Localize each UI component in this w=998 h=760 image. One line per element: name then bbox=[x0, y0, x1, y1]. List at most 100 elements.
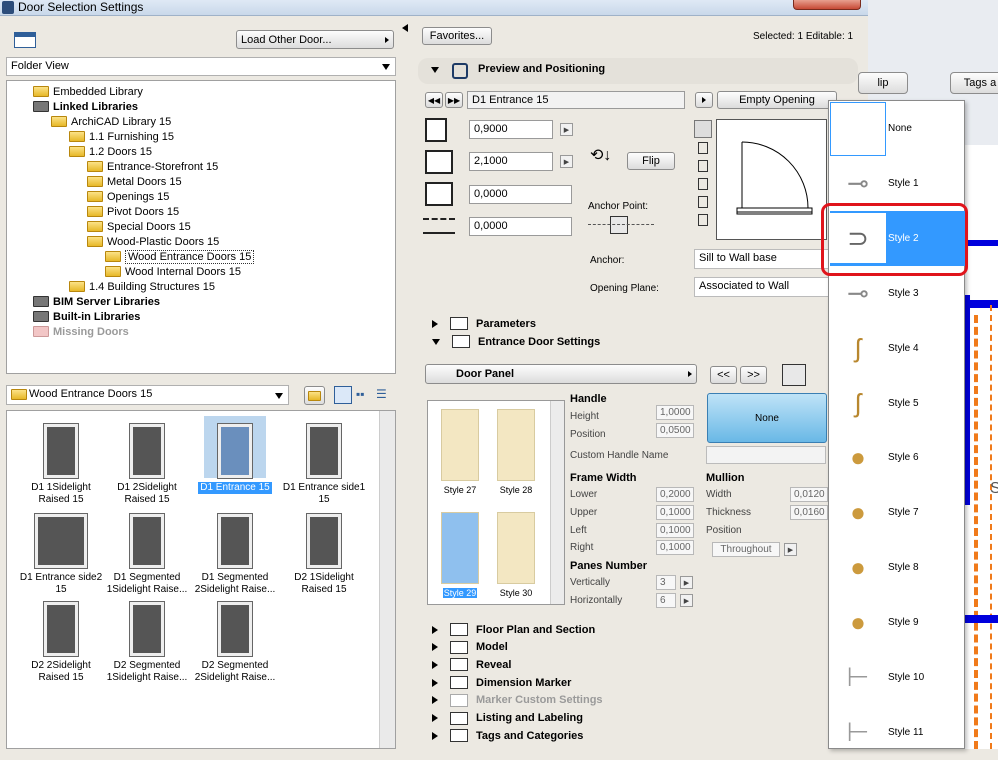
tree-item[interactable]: Entrance-Storefront 15 bbox=[87, 159, 218, 174]
prev-page-button[interactable]: << bbox=[710, 366, 737, 384]
anchor-point-selector[interactable] bbox=[588, 216, 654, 238]
right-field[interactable]: 0,1000 bbox=[656, 540, 694, 555]
anchor-select[interactable]: Sill to Wall base bbox=[694, 249, 834, 269]
tree-item[interactable]: Wood Internal Doors 15 bbox=[105, 264, 241, 279]
door-menu-button[interactable] bbox=[695, 92, 713, 108]
folder-up-button[interactable] bbox=[304, 386, 325, 405]
handle-style-option[interactable]: ● Style 8 bbox=[830, 540, 965, 595]
view-mode-select[interactable]: Folder View bbox=[6, 57, 396, 76]
large-icons-view-icon[interactable] bbox=[334, 386, 352, 404]
section-view-icon[interactable] bbox=[698, 196, 708, 208]
side-view-icon[interactable] bbox=[698, 160, 708, 172]
small-icons-view-icon[interactable]: ▪▪ bbox=[356, 388, 370, 402]
section-header[interactable]: Tags and Categories bbox=[418, 727, 830, 744]
elevation-view-icon[interactable] bbox=[698, 142, 708, 154]
section-header[interactable]: Listing and Labeling bbox=[418, 710, 830, 727]
door-style-list[interactable]: Style 27 Style 28 Style 29 Style 30 bbox=[427, 400, 565, 605]
offset-field[interactable]: 0,0000 bbox=[469, 217, 572, 236]
tree-item[interactable]: 1.4 Building Structures 15 bbox=[69, 279, 215, 294]
door-name-field[interactable]: D1 Entrance 15 bbox=[467, 91, 685, 109]
mullion-thickness-field[interactable]: 0,0160 bbox=[790, 505, 828, 520]
3d-view-icon[interactable] bbox=[698, 178, 708, 190]
flip-button[interactable]: Flip bbox=[627, 152, 675, 170]
custom-handle-field[interactable] bbox=[706, 446, 826, 464]
door-thumbnail[interactable]: D2 1Sidelight Raised 15 bbox=[282, 506, 366, 596]
folder-select[interactable]: Wood Entrance Doors 15 bbox=[6, 385, 289, 405]
tree-item[interactable]: Linked Libraries bbox=[33, 99, 138, 114]
door-thumbnail[interactable]: D1 Entrance side2 15 bbox=[19, 506, 103, 596]
resize-icon[interactable] bbox=[782, 364, 806, 386]
door-thumbnail[interactable]: D1 Segmented 2Sidelight Raise... bbox=[193, 506, 277, 596]
mullion-width-field[interactable]: 0,0120 bbox=[790, 487, 828, 502]
handle-style-option[interactable]: ⊢ Style 10 bbox=[830, 650, 965, 705]
handle-style-option[interactable]: ⊢ Style 11 bbox=[830, 705, 965, 760]
list-view-icon[interactable]: ☰ bbox=[376, 388, 390, 402]
handle-height-field[interactable]: 1,0000 bbox=[656, 405, 694, 420]
handle-position-field[interactable]: 0,0500 bbox=[656, 423, 694, 438]
door-thumbnail[interactable]: D1 1Sidelight Raised 15 bbox=[19, 416, 103, 506]
thumb-scrollbar[interactable] bbox=[379, 411, 395, 748]
door-thumbnail[interactable]: D2 2Sidelight Raised 15 bbox=[19, 594, 103, 684]
handle-style-option[interactable]: ʃ Style 5 bbox=[830, 376, 965, 431]
style-list-scrollbar[interactable] bbox=[550, 401, 564, 604]
tree-item[interactable]: Pivot Doors 15 bbox=[87, 204, 179, 219]
upper-field[interactable]: 0,1000 bbox=[656, 505, 694, 520]
vertically-arrow[interactable]: ▶ bbox=[680, 576, 693, 589]
prev-door-button[interactable]: ◀◀ bbox=[425, 92, 443, 108]
lower-field[interactable]: 0,2000 bbox=[656, 487, 694, 502]
window-close-button[interactable] bbox=[793, 0, 861, 10]
tree-item[interactable]: Openings 15 bbox=[87, 189, 169, 204]
door-style-item[interactable]: Style 28 bbox=[492, 409, 540, 504]
splitter[interactable] bbox=[399, 16, 411, 749]
door-thumbnail[interactable]: D1 Entrance side1 15 bbox=[282, 416, 366, 506]
door-style-item[interactable]: Style 30 bbox=[492, 512, 540, 607]
empty-opening-button[interactable]: Empty Opening bbox=[717, 91, 837, 109]
left-field[interactable]: 0,1000 bbox=[656, 523, 694, 538]
view-toolbar[interactable] bbox=[694, 120, 714, 240]
door-thumbnail[interactable]: D1 Entrance 15 bbox=[193, 416, 277, 494]
handle-style-option[interactable]: ● Style 9 bbox=[830, 595, 965, 650]
collapse-arrow-icon[interactable] bbox=[431, 67, 439, 73]
mullion-position-arrow[interactable]: ▶ bbox=[784, 543, 797, 556]
tree-item[interactable]: Metal Doors 15 bbox=[87, 174, 182, 189]
width-arrow-button[interactable]: ▶ bbox=[560, 123, 573, 136]
favorites-button[interactable]: Favorites... bbox=[422, 27, 492, 45]
tree-item[interactable]: Built-in Libraries bbox=[33, 309, 140, 324]
door-thumbnail[interactable]: D1 2Sidelight Raised 15 bbox=[105, 416, 189, 506]
tree-item[interactable]: 1.1 Furnishing 15 bbox=[69, 129, 174, 144]
tree-item[interactable]: Special Doors 15 bbox=[87, 219, 191, 234]
height-arrow-button[interactable]: ▶ bbox=[560, 155, 573, 168]
mullion-position-select[interactable]: Throughout bbox=[712, 542, 780, 557]
width-field[interactable]: 0,9000 bbox=[469, 120, 553, 139]
handle-style-option[interactable]: ● Style 7 bbox=[830, 485, 965, 540]
door-style-item[interactable]: Style 27 bbox=[436, 409, 484, 504]
section-header[interactable]: Floor Plan and Section bbox=[418, 621, 830, 638]
horizontally-arrow[interactable]: ▶ bbox=[680, 594, 693, 607]
entrance-section-header[interactable]: Entrance Door Settings bbox=[418, 333, 830, 350]
handle-style-option[interactable]: None bbox=[830, 101, 965, 156]
height-field[interactable]: 2,1000 bbox=[469, 152, 553, 171]
door-style-item[interactable]: Style 29 bbox=[436, 512, 484, 607]
tree-item[interactable]: BIM Server Libraries bbox=[33, 294, 160, 309]
plan-view-icon[interactable] bbox=[694, 120, 712, 138]
handle-style-option[interactable]: ● Style 6 bbox=[830, 430, 965, 485]
tree-item[interactable]: ArchiCAD Library 15 bbox=[51, 114, 171, 129]
next-page-button[interactable]: >> bbox=[740, 366, 767, 384]
tree-item[interactable]: Wood Entrance Doors 15 bbox=[105, 249, 255, 264]
section-header[interactable]: Dimension Marker bbox=[418, 674, 830, 691]
door-thumbnail-grid[interactable]: D1 1Sidelight Raised 15 D1 2Sidelight Rai… bbox=[6, 410, 396, 749]
section-header[interactable]: Model bbox=[418, 639, 830, 656]
tree-item[interactable]: Wood-Plastic Doors 15 bbox=[87, 234, 219, 249]
door-thumbnail[interactable]: D1 Segmented 1Sidelight Raise... bbox=[105, 506, 189, 596]
tree-item[interactable]: 1.2 Doors 15 bbox=[69, 144, 152, 159]
opening-plane-select[interactable]: Associated to Wall bbox=[694, 277, 834, 297]
section-header[interactable]: Reveal bbox=[418, 656, 830, 673]
door-thumbnail[interactable]: D2 Segmented 1Sidelight Raise... bbox=[105, 594, 189, 684]
view-toggle-icon[interactable] bbox=[14, 32, 36, 48]
tree-item[interactable]: Missing Doors bbox=[33, 324, 129, 339]
parameters-section-header[interactable]: Parameters bbox=[418, 315, 830, 332]
splitter-arrow-icon[interactable] bbox=[402, 24, 408, 32]
list-view2-icon[interactable] bbox=[698, 214, 708, 226]
horizontally-field[interactable]: 6 bbox=[656, 593, 676, 608]
vertically-field[interactable]: 3 bbox=[656, 575, 676, 590]
